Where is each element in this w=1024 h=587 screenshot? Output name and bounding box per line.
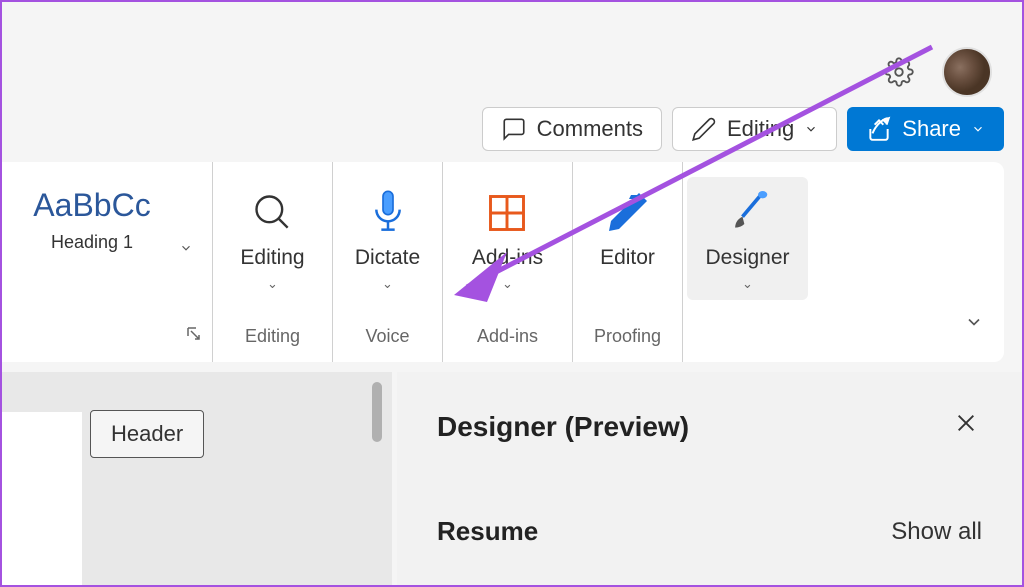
group-label: Add-ins (477, 326, 538, 347)
dictate-label: Dictate (355, 246, 420, 270)
ribbon-group-designer: Designer ⌄ (682, 162, 812, 362)
ribbon-group-editing: Editing ⌄ Editing (212, 162, 332, 362)
show-all-link[interactable]: Show all (891, 518, 982, 546)
scrollbar-thumb[interactable] (372, 382, 382, 442)
designer-section-title: Resume (437, 516, 538, 547)
chevron-down-icon (804, 122, 818, 136)
gear-icon (884, 57, 914, 87)
dialog-launcher[interactable] (186, 326, 202, 347)
search-icon (251, 191, 295, 235)
paintbrush-icon (726, 189, 770, 237)
addins-label: Add-ins (472, 246, 543, 270)
avatar[interactable] (942, 47, 992, 97)
editing-label: Editing (727, 116, 794, 142)
group-label (104, 326, 109, 347)
designer-pane-title: Designer (Preview) (437, 411, 689, 443)
designer-pane: Designer (Preview) Resume Show all (397, 372, 1022, 585)
style-heading1[interactable]: AaBbCc Heading 1 (13, 177, 170, 263)
chevron-down-icon (964, 312, 984, 332)
chevron-down-icon: ⌄ (742, 276, 753, 292)
comment-icon (501, 116, 527, 142)
dictate-button[interactable]: Dictate ⌄ (337, 177, 438, 300)
document-area: Header (2, 372, 392, 585)
editor-label: Editor (600, 246, 655, 270)
group-label: Proofing (594, 326, 661, 347)
pencil-icon (691, 116, 717, 142)
editor-button[interactable]: Editor (582, 177, 673, 278)
ribbon-group-styles: AaBbCc Heading 1 (2, 162, 212, 362)
editing-label: Editing (240, 246, 304, 270)
designer-label: Designer (705, 246, 789, 270)
group-label: Editing (245, 326, 300, 347)
designer-button[interactable]: Designer ⌄ (687, 177, 807, 300)
settings-button[interactable] (881, 54, 917, 90)
chevron-down-icon: ⌄ (382, 276, 393, 292)
ribbon-group-voice: Dictate ⌄ Voice (332, 162, 442, 362)
chevron-down-icon: ⌄ (267, 276, 278, 292)
close-icon (955, 412, 977, 434)
share-button[interactable]: Share (847, 107, 1004, 151)
share-icon (866, 116, 892, 142)
style-name: Heading 1 (51, 232, 133, 253)
title-bar (2, 2, 1022, 102)
comments-button[interactable]: Comments (482, 107, 662, 151)
group-label: Voice (365, 326, 409, 347)
document-page[interactable] (2, 412, 82, 585)
chevron-down-icon: ⌄ (502, 276, 513, 292)
styles-expand[interactable] (171, 241, 201, 255)
group-label (745, 326, 750, 347)
collapse-ribbon[interactable] (954, 162, 1004, 362)
dialog-launcher-icon (186, 326, 202, 342)
editing-button[interactable]: Editing ⌄ (222, 177, 322, 300)
grid-icon (485, 191, 529, 235)
addins-button[interactable]: Add-ins ⌄ (454, 177, 561, 300)
share-label: Share (902, 116, 961, 142)
microphone-icon (368, 189, 408, 237)
action-bar: Comments Editing Share (482, 107, 1004, 151)
close-button[interactable] (950, 407, 982, 446)
chevron-down-icon (971, 122, 985, 136)
ribbon-group-addins: Add-ins ⌄ Add-ins (442, 162, 572, 362)
editor-pen-icon (603, 189, 651, 237)
editing-mode-button[interactable]: Editing (672, 107, 837, 151)
comments-label: Comments (537, 116, 643, 142)
header-chip[interactable]: Header (90, 410, 204, 458)
ribbon-group-proofing: Editor Proofing (572, 162, 682, 362)
ribbon: AaBbCc Heading 1 Editing ⌄ Editing (2, 162, 1004, 362)
chevron-down-icon (179, 241, 193, 255)
style-preview: AaBbCc (33, 187, 150, 224)
